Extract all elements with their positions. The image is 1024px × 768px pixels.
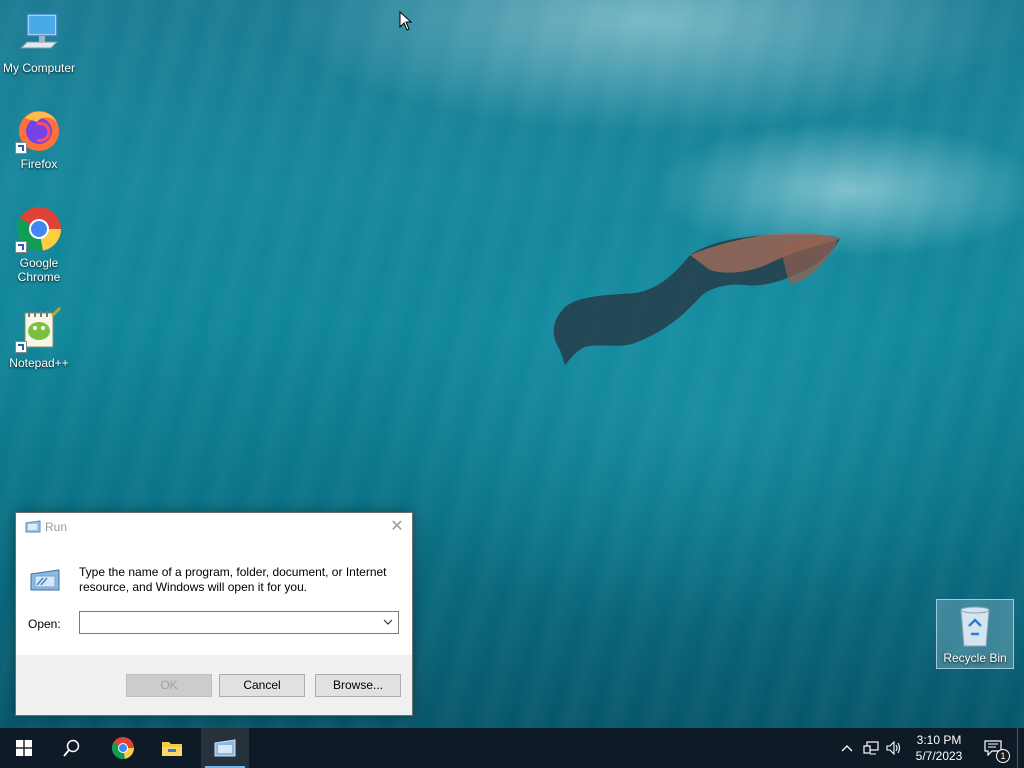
desktop-background: My Computer Firefox Google Chrome Notepa… xyxy=(0,0,1024,728)
search-icon xyxy=(63,739,80,757)
run-dialog-titlebar[interactable]: Run ✕ xyxy=(16,513,412,541)
shortcut-arrow-icon xyxy=(15,341,27,353)
mouse-cursor-icon xyxy=(399,11,413,31)
open-combobox[interactable] xyxy=(79,611,399,634)
shortcut-arrow-icon xyxy=(15,241,27,253)
tray-overflow[interactable] xyxy=(836,728,858,768)
network-icon xyxy=(863,741,879,755)
desktop-icon-my-computer[interactable]: My Computer xyxy=(1,10,77,75)
open-input[interactable] xyxy=(83,614,377,633)
start-button[interactable] xyxy=(0,728,48,768)
run-dialog-body: Type the name of a program, folder, docu… xyxy=(16,541,412,655)
notification-count-badge: 1 xyxy=(996,749,1010,763)
desktop-icon-label: Notepad++ xyxy=(9,356,69,370)
taskbar-clock[interactable]: 3:10 PM 5/7/2023 xyxy=(904,732,974,764)
shortcut-arrow-icon xyxy=(15,142,27,154)
taskbar-run-app[interactable] xyxy=(201,728,249,768)
desktop-icon-label: Google Chrome xyxy=(17,256,61,284)
run-dialog-description: Type the name of a program, folder, docu… xyxy=(79,565,387,594)
open-label: Open: xyxy=(28,617,61,631)
desktop-icon-firefox[interactable]: Firefox xyxy=(1,106,77,171)
taskbar: 3:10 PM 5/7/2023 1 xyxy=(0,728,1024,768)
chevron-up-icon xyxy=(841,745,853,752)
desktop-icon-label: Firefox xyxy=(20,157,58,171)
taskbar-file-explorer[interactable] xyxy=(148,728,196,768)
recycle-bin-icon xyxy=(960,606,990,647)
computer-icon xyxy=(19,13,59,49)
windows-start-icon xyxy=(16,740,32,756)
tray-volume[interactable] xyxy=(883,728,905,768)
desktop-icon-label: Recycle Bin xyxy=(943,651,1007,665)
desktop-icon-notepadpp[interactable]: Notepad++ xyxy=(1,305,77,370)
cancel-button[interactable]: Cancel xyxy=(219,674,305,697)
run-dialog-title: Run xyxy=(45,520,68,534)
volume-icon xyxy=(886,741,901,755)
close-icon[interactable]: ✕ xyxy=(382,513,412,541)
diver-image xyxy=(553,232,840,365)
browse-button[interactable]: Browse... xyxy=(315,674,401,697)
search-button[interactable] xyxy=(48,728,96,768)
chrome-icon xyxy=(112,737,134,759)
chevron-down-icon[interactable] xyxy=(382,616,394,628)
clock-time: 3:10 PM xyxy=(916,733,962,747)
run-program-icon xyxy=(30,569,60,591)
show-desktop-button[interactable] xyxy=(1017,728,1024,768)
action-center-button[interactable]: 1 xyxy=(978,728,1014,768)
run-dialog: Run ✕ Type the name of a program, folder… xyxy=(15,512,413,716)
file-explorer-icon xyxy=(162,742,182,756)
ok-button[interactable]: OK xyxy=(126,674,212,697)
taskbar-chrome[interactable] xyxy=(99,728,147,768)
clock-date: 5/7/2023 xyxy=(915,749,963,763)
desktop-icon-google-chrome[interactable]: Google Chrome xyxy=(1,205,77,284)
run-title-icon xyxy=(25,520,41,533)
tray-network[interactable] xyxy=(860,728,882,768)
run-app-icon xyxy=(214,739,236,757)
desktop-icon-recycle-bin[interactable]: Recycle Bin xyxy=(936,599,1014,669)
run-dialog-footer: OK Cancel Browse... xyxy=(16,655,412,715)
desktop-icon-label: My Computer xyxy=(2,61,76,75)
